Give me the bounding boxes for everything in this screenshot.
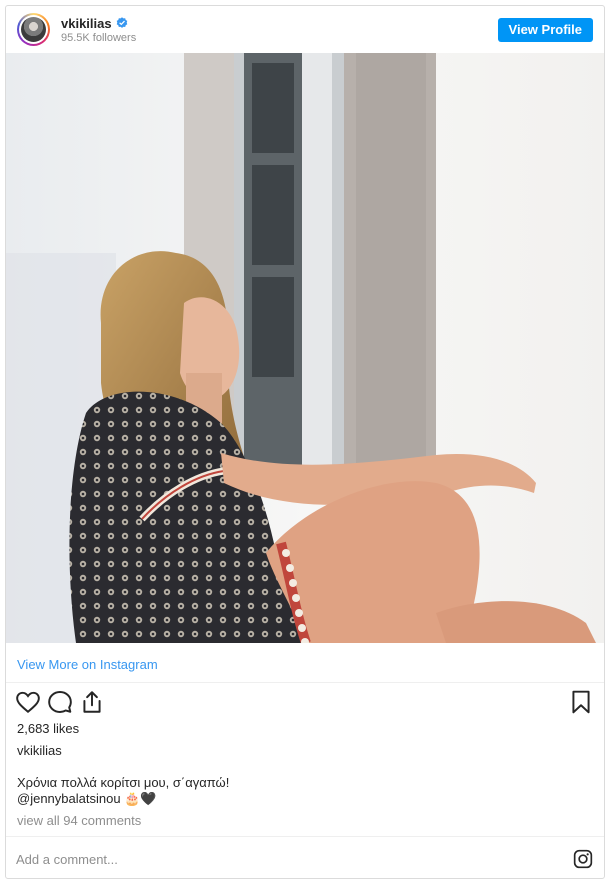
instagram-embed-card: vkikilias 95.5K followers View Profile V… (5, 5, 605, 879)
username[interactable]: vkikilias (61, 16, 112, 31)
view-more-link[interactable]: View More on Instagram (17, 657, 158, 672)
view-comments-link[interactable]: view all 94 comments (17, 813, 141, 828)
avatar[interactable] (17, 13, 50, 46)
caption-username[interactable]: vkikilias (17, 743, 62, 758)
verified-badge-icon (116, 17, 127, 28)
caption-mention[interactable]: @jennybalatsinou (17, 791, 121, 806)
comment-bubble-icon[interactable] (47, 689, 73, 715)
like-count[interactable]: 2,683 likes (17, 721, 79, 736)
comment-bar (6, 836, 604, 878)
post-image (6, 53, 604, 643)
caption: Χρόνια πολλά κορίτσι μου, σ΄αγαπώ! @jenn… (17, 775, 577, 807)
username-row[interactable]: vkikilias (61, 16, 128, 31)
comment-input[interactable] (16, 849, 536, 869)
view-profile-button[interactable]: View Profile (497, 18, 593, 42)
caption-text: Χρόνια πολλά κορίτσι μου, σ΄αγαπώ! (17, 775, 230, 790)
heart-icon[interactable] (15, 689, 41, 715)
post-photo[interactable] (6, 53, 604, 643)
action-bar (6, 689, 604, 719)
share-icon[interactable] (79, 689, 105, 715)
instagram-logo-icon[interactable] (573, 849, 593, 869)
caption-line2: @jennybalatsinou 🎂🖤 (17, 791, 577, 807)
follower-count: 95.5K followers (61, 32, 137, 44)
caption-emoji: 🎂🖤 (124, 791, 157, 806)
bookmark-icon[interactable] (568, 689, 594, 715)
avatar-photo (21, 17, 46, 42)
view-more-row: View More on Instagram (6, 643, 604, 683)
post-header: vkikilias 95.5K followers View Profile (6, 6, 604, 53)
